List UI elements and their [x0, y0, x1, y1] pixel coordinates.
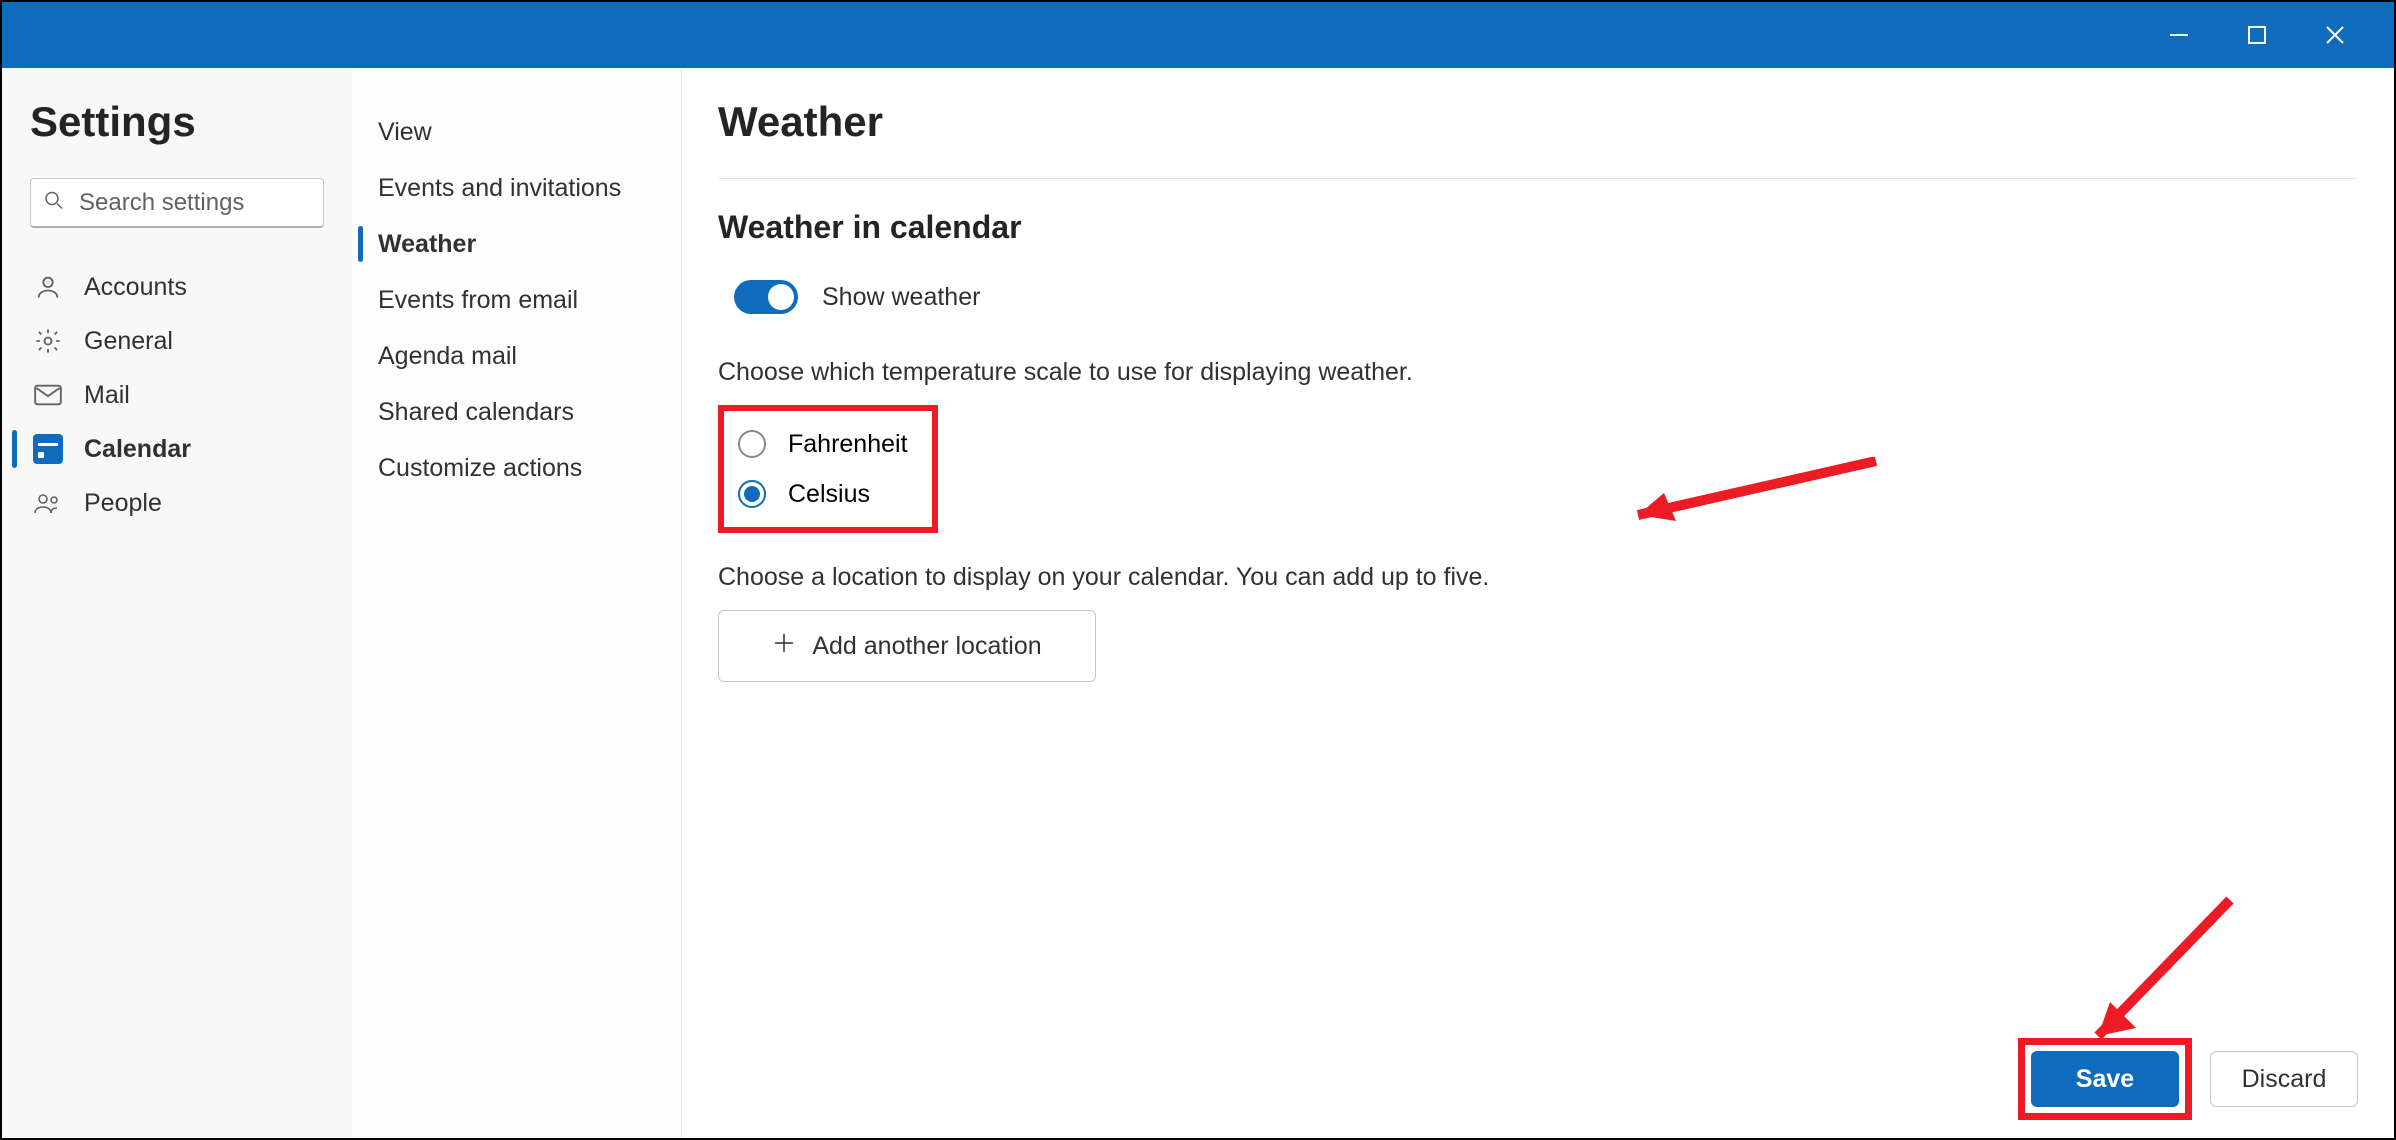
- separator: [718, 178, 2358, 179]
- section-heading: Weather in calendar: [718, 209, 2358, 246]
- calendar-subnav: View Events and invitations Weather Even…: [352, 68, 682, 1138]
- nav-label: Mail: [84, 381, 130, 410]
- content-title: Weather: [718, 98, 2358, 146]
- show-weather-label: Show weather: [822, 283, 980, 312]
- window-close-button[interactable]: [2296, 2, 2374, 68]
- search-icon: [44, 191, 64, 216]
- radio-checked-icon: [738, 480, 766, 508]
- subnav-events-from-email[interactable]: Events from email: [372, 272, 661, 328]
- settings-sidebar: Settings Accounts General Mail: [2, 68, 352, 1138]
- annotation-highlight-box: Fahrenheit Celsius: [718, 405, 938, 533]
- plus-icon: [772, 631, 796, 662]
- nav-label: People: [84, 489, 162, 518]
- nav-item-general[interactable]: General: [30, 314, 324, 368]
- nav-item-people[interactable]: People: [30, 476, 324, 530]
- nav-item-calendar[interactable]: Calendar: [30, 422, 324, 476]
- subnav-events-invitations[interactable]: Events and invitations: [372, 160, 661, 216]
- content-panel: Weather Weather in calendar Show weather…: [682, 68, 2394, 1138]
- annotation-arrow-icon: [2074, 896, 2234, 1056]
- discard-button[interactable]: Discard: [2210, 1051, 2358, 1107]
- radio-unchecked-icon: [738, 430, 766, 458]
- nav-label: Calendar: [84, 435, 191, 464]
- save-button[interactable]: Save: [2031, 1051, 2179, 1107]
- subnav-agenda-mail[interactable]: Agenda mail: [372, 328, 661, 384]
- temp-scale-prompt: Choose which temperature scale to use fo…: [718, 358, 2358, 387]
- window-minimize-button[interactable]: [2140, 2, 2218, 68]
- nav-item-mail[interactable]: Mail: [30, 368, 324, 422]
- subnav-customize-actions[interactable]: Customize actions: [372, 440, 661, 496]
- annotation-highlight-box: Save: [2018, 1038, 2192, 1120]
- window-titlebar: [2, 2, 2394, 68]
- window-maximize-button[interactable]: [2218, 2, 2296, 68]
- annotation-arrow-icon: [1620, 457, 1880, 527]
- mail-icon: [32, 379, 64, 411]
- nav-label: General: [84, 327, 173, 356]
- subnav-view[interactable]: View: [372, 104, 661, 160]
- subnav-weather[interactable]: Weather: [372, 216, 661, 272]
- radio-celsius[interactable]: Celsius: [738, 469, 918, 519]
- nav-label: Accounts: [84, 273, 187, 302]
- nav-item-accounts[interactable]: Accounts: [30, 260, 324, 314]
- radio-fahrenheit-label: Fahrenheit: [788, 430, 908, 459]
- radio-celsius-label: Celsius: [788, 480, 870, 509]
- show-weather-toggle[interactable]: [734, 280, 798, 314]
- add-location-button[interactable]: Add another location: [718, 610, 1096, 682]
- search-settings-input[interactable]: [30, 178, 324, 228]
- action-bar: Save Discard: [2018, 1038, 2358, 1120]
- settings-heading: Settings: [30, 98, 324, 146]
- subnav-shared-calendars[interactable]: Shared calendars: [372, 384, 661, 440]
- add-location-label: Add another location: [812, 632, 1041, 661]
- gear-icon: [32, 325, 64, 357]
- person-icon: [32, 271, 64, 303]
- people-icon: [32, 487, 64, 519]
- location-prompt: Choose a location to display on your cal…: [718, 563, 2358, 592]
- radio-fahrenheit[interactable]: Fahrenheit: [738, 419, 918, 469]
- calendar-icon: [32, 433, 64, 465]
